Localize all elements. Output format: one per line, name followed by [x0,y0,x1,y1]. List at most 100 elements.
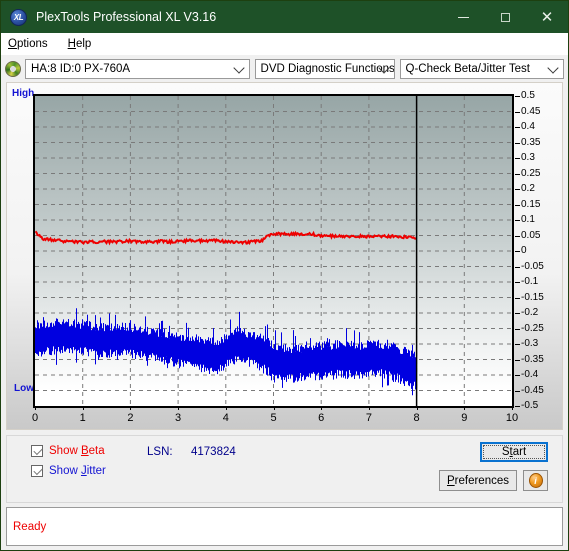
status-bar: Ready [6,507,563,546]
x-tick-mark [416,406,418,410]
y-tick-mark [515,204,520,206]
start-button-label: St art [483,445,545,459]
x-minor-tick [254,406,256,408]
x-tick-label: 2 [127,412,134,424]
y-tick-mark [515,220,520,221]
x-minor-tick [120,406,122,408]
y-tick-mark [515,344,520,345]
y-tick-mark [515,173,520,175]
y-tick-mark [515,111,520,113]
y-tick-label: 0.15 [521,198,541,210]
close-icon[interactable]: ✕ [526,1,568,33]
x-minor-tick [492,406,494,408]
test-select-value: Q-Check Beta/Jitter Test [405,62,530,75]
y-tick-label: -0.05 [521,260,544,272]
y-tick-label: -0.35 [521,353,544,365]
y-tick-label: 0.05 [521,229,541,241]
menu-item-options[interactable]: Options [8,38,48,50]
x-minor-tick [54,406,56,408]
x-minor-tick [435,406,437,408]
x-minor-tick [149,406,151,408]
title-bar: XL PlexTools Professional XL V3.16 ✕ [1,1,568,33]
x-minor-tick [101,406,103,408]
info-button[interactable]: i [523,470,548,491]
x-minor-tick [235,406,237,408]
x-minor-tick [244,406,246,408]
test-select[interactable]: Q-Check Beta/Jitter Test [399,58,564,79]
selector-toolbar: HA:8 ID:0 PX-760A DVD Diagnostic Functio… [1,55,568,82]
x-minor-tick [359,406,361,408]
x-minor-tick [206,406,208,408]
x-minor-tick [111,406,113,408]
y-tick-label: -0.1 [521,276,539,287]
y-tick-mark [515,282,520,283]
y-tick-label: 0.1 [521,214,535,225]
x-tick-mark [368,406,370,410]
y-tick-label: 0.3 [521,152,535,163]
y-tick-mark [515,266,520,268]
lsn-value: 4173824 [191,446,236,458]
chevron-down-icon [547,61,559,74]
y-tick-label: 0.2 [521,183,535,194]
chart-panel: High Low 0.5 0.45 0.4 0.35 0.3 0.25 0.2 0.15 0.1… [6,82,563,430]
x-minor-tick [187,406,189,408]
y-tick-label: 0.5 [521,90,535,101]
checkbox-icon [31,465,43,477]
y-tick-label: -0.15 [521,291,544,303]
y-tick-label: -0.4 [521,369,539,380]
show-beta-checkbox[interactable]: Show Beta [31,445,105,457]
x-tick-mark [273,406,275,410]
x-tick-mark [35,406,36,410]
x-minor-tick [311,406,313,408]
x-minor-tick [92,406,94,408]
y-tick-label: -0.3 [521,338,539,349]
x-minor-tick [349,406,351,408]
x-minor-tick [292,406,294,408]
x-tick-mark [225,406,227,410]
y-tick-mark [515,375,520,376]
x-minor-tick [73,406,75,408]
axis-label-high: High [12,88,35,99]
x-minor-tick [407,406,409,408]
x-minor-tick [330,406,332,408]
checkbox-icon [31,445,43,457]
preferences-button[interactable]: Preferences [439,470,517,491]
x-minor-tick [483,406,485,408]
function-select[interactable]: DVD Diagnostic Functions [254,58,395,79]
maximize-icon[interactable] [484,1,526,33]
device-select[interactable]: HA:8 ID:0 PX-760A [25,58,250,79]
y-tick-label: -0.2 [521,307,539,318]
function-select-value: DVD Diagnostic Functions [260,62,394,75]
y-tick-mark [515,96,520,97]
preferences-button-label: Preferences [446,474,509,487]
x-minor-tick [378,406,380,408]
start-button[interactable]: St art [480,442,548,462]
axis-label-low: Low [14,383,34,394]
x-minor-tick [426,406,428,408]
x-tick-mark [130,406,132,410]
y-tick-mark [515,359,520,361]
x-minor-tick [283,406,285,408]
app-window: XL PlexTools Professional XL V3.16 ✕ Opt… [0,0,569,551]
x-tick-label: 5 [270,412,277,424]
show-jitter-checkbox[interactable]: Show Jitter [31,465,106,477]
y-tick-label: 0.45 [521,105,541,117]
y-tick-mark [515,297,520,299]
x-minor-tick [454,406,456,408]
x-tick-mark [178,406,180,410]
menu-bar: Options Help [1,33,568,55]
x-minor-tick [387,406,389,408]
y-tick-mark [515,142,520,144]
y-tick-label: -0.45 [521,384,544,396]
y-tick-label: -0.25 [521,322,544,334]
y-tick-label: 0.25 [521,167,541,179]
x-minor-tick [216,406,218,408]
x-tick-label: 7 [365,412,372,424]
y-tick-label: 0.4 [521,121,535,132]
x-minor-tick [44,406,46,408]
minimize-icon[interactable] [442,1,484,33]
menu-item-help[interactable]: Help [68,38,92,50]
xl-logo-icon: XL [10,8,27,26]
plot-area[interactable] [33,94,514,408]
y-tick-mark [515,158,520,159]
